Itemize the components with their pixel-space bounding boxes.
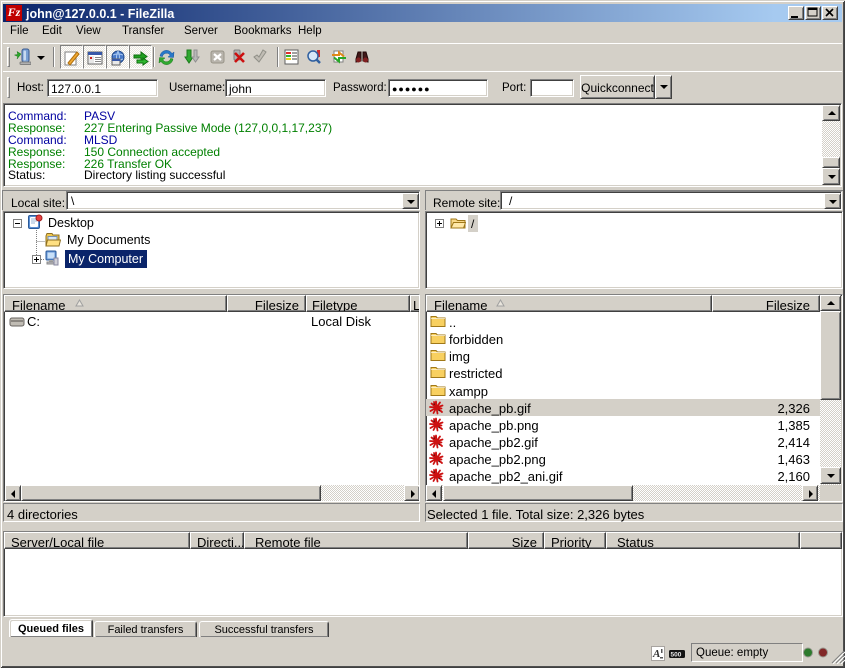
svg-text:500: 500	[671, 652, 682, 659]
svg-text:A: A	[652, 648, 660, 660]
